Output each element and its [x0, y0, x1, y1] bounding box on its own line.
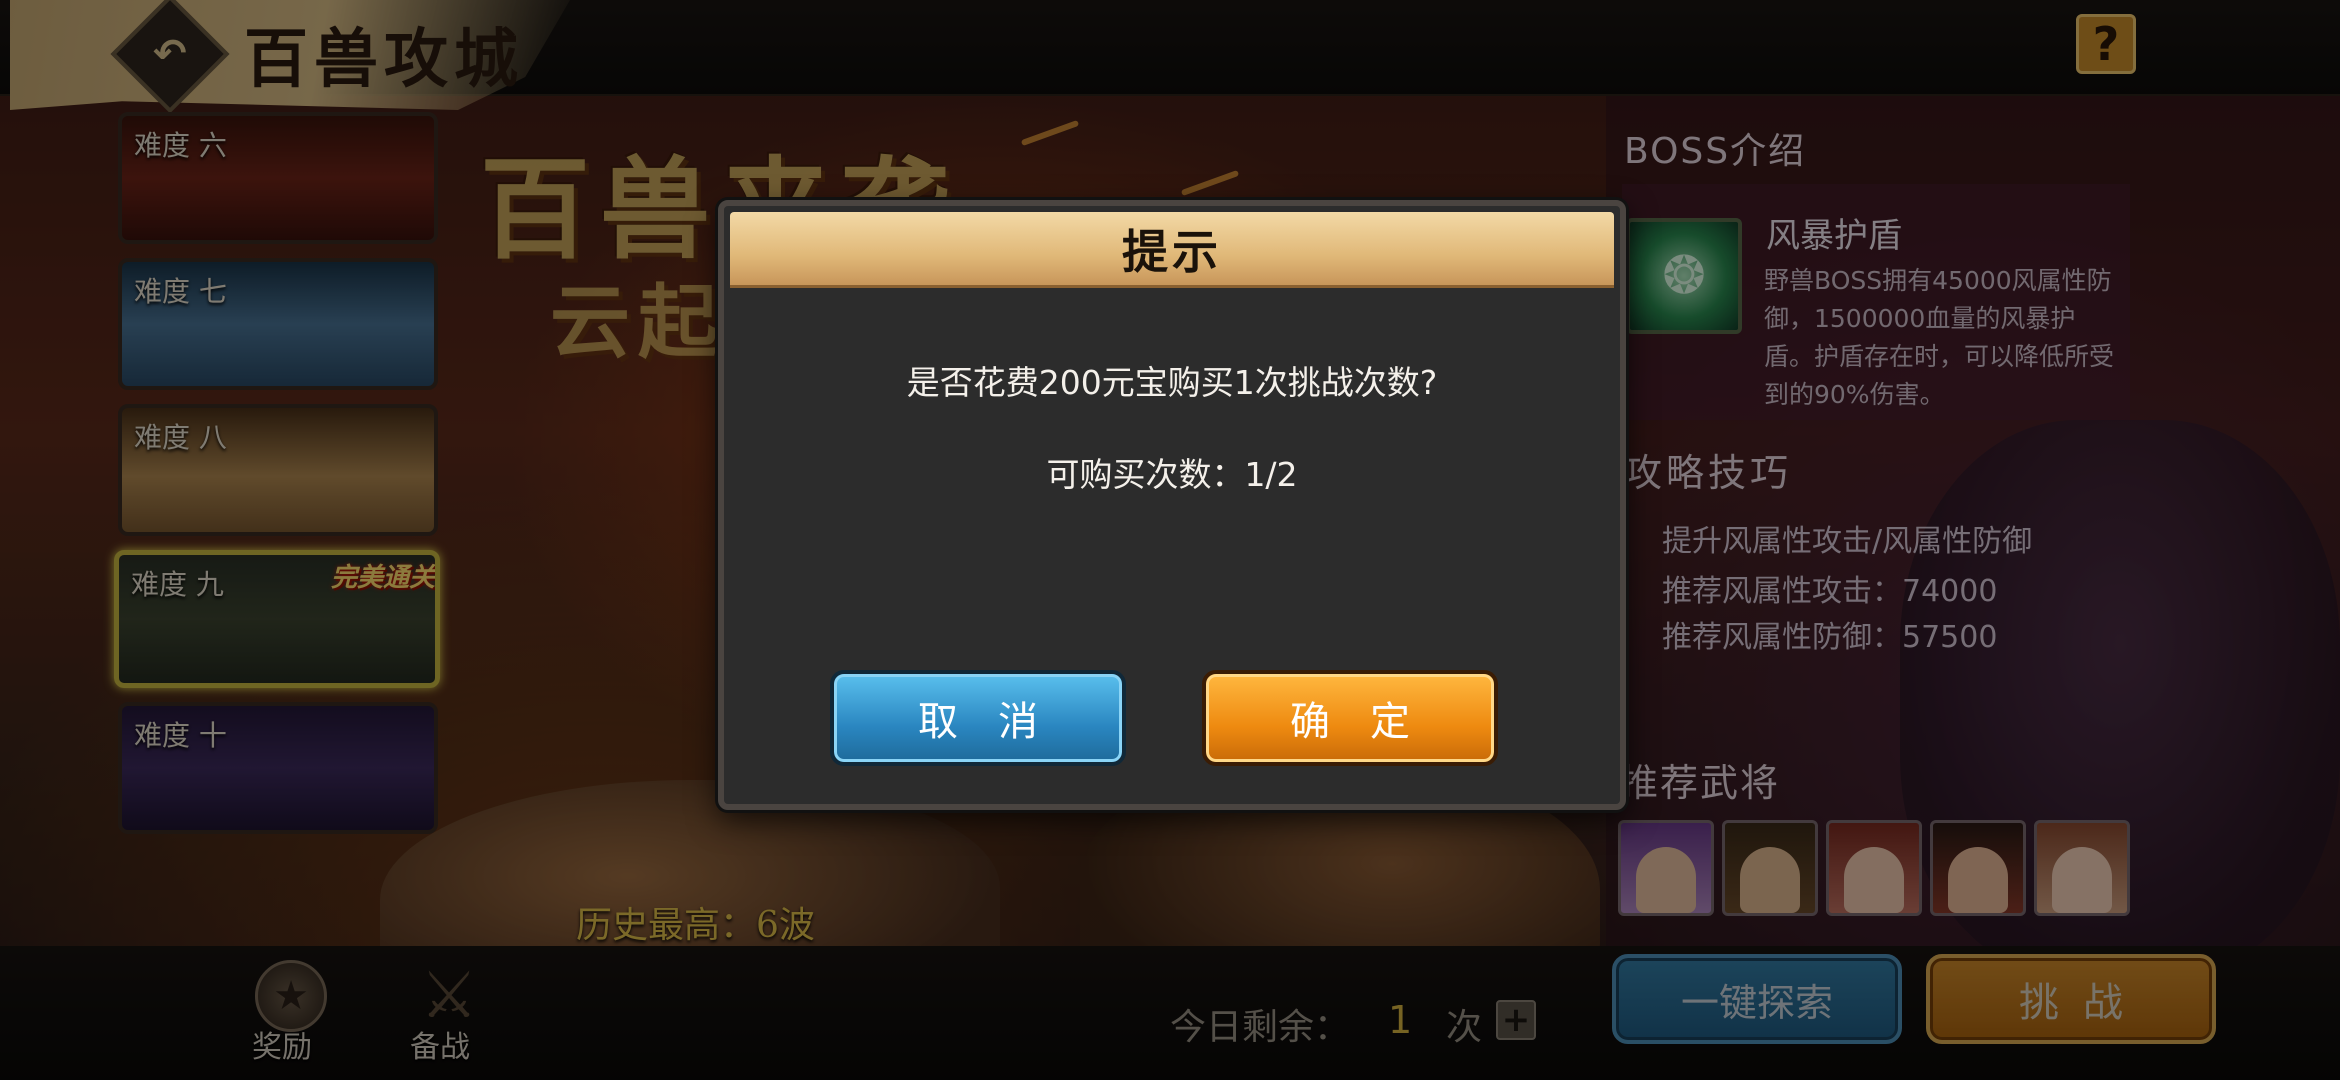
dialog-title: 提示 [1122, 224, 1222, 279]
purchase-count: 可购买次数：1/2 [1046, 455, 1298, 494]
dialog-message: 是否花费200元宝购买1次挑战次数? [906, 363, 1438, 402]
confirm-dialog: 提示 是否花费200元宝购买1次挑战次数? 可购买次数：1/2 取消 确定 [718, 200, 1626, 810]
cancel-button[interactable]: 取消 [830, 670, 1126, 766]
dialog-header: 提示 [730, 212, 1614, 288]
confirm-button[interactable]: 确定 [1202, 670, 1498, 766]
